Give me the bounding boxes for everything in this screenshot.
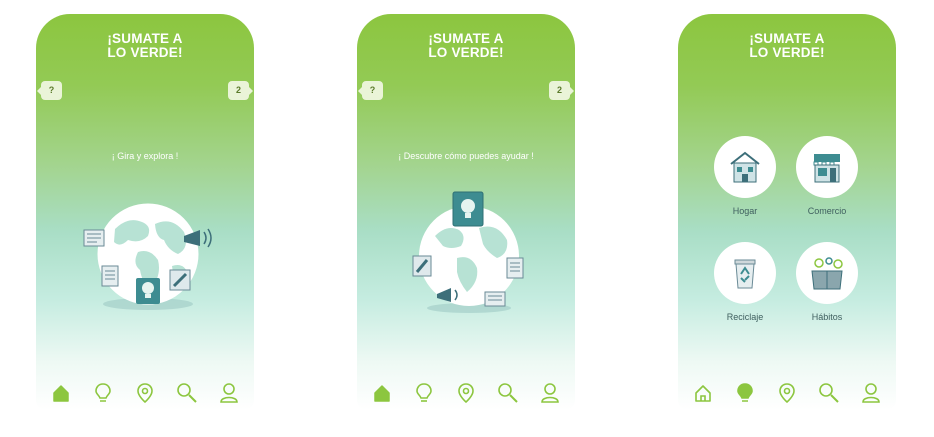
- category-label: Comercio: [807, 206, 847, 216]
- document-icon: [506, 257, 524, 279]
- location-pin-icon[interactable]: [452, 379, 480, 407]
- lightbulb-card-icon: [136, 278, 160, 304]
- habits-box-icon: [796, 242, 858, 304]
- home-icon[interactable]: [368, 379, 396, 407]
- category-label: Hábitos: [811, 312, 843, 322]
- category-label: Reciclaje: [726, 312, 764, 322]
- location-pin-icon[interactable]: [773, 379, 801, 407]
- bottom-navigation: [357, 376, 575, 410]
- lightbulb-icon[interactable]: [410, 379, 438, 407]
- search-icon[interactable]: [815, 379, 843, 407]
- store-icon: [796, 136, 858, 198]
- newspaper-icon: [83, 229, 105, 247]
- house-icon: [714, 136, 776, 198]
- category-reciclaje[interactable]: Reciclaje: [710, 242, 780, 322]
- instruction-text: ¡ Gira y explora !: [111, 151, 179, 161]
- user-icon[interactable]: [536, 379, 564, 407]
- user-icon[interactable]: [215, 379, 243, 407]
- search-icon[interactable]: [494, 379, 522, 407]
- newspaper-icon: [484, 291, 506, 307]
- globe-illustration[interactable]: [401, 174, 536, 334]
- app-title: ¡SUMATE A LO VERDE!: [107, 31, 183, 60]
- location-pin-icon[interactable]: [131, 379, 159, 407]
- lightbulb-card-icon: [452, 191, 484, 227]
- level-button[interactable]: 2: [549, 81, 574, 100]
- tools-icon: [412, 255, 432, 277]
- tools-icon: [169, 269, 191, 291]
- search-icon[interactable]: [173, 379, 201, 407]
- bottom-navigation: [36, 376, 254, 410]
- lightbulb-icon[interactable]: [89, 379, 117, 407]
- phone-screen-categories: ¡SUMATE A LO VERDE! Hogar Comercio Recic…: [678, 14, 896, 410]
- app-title: ¡SUMATE A LO VERDE!: [428, 31, 504, 60]
- help-button[interactable]: ?: [37, 81, 62, 100]
- category-comercio[interactable]: Comercio: [792, 136, 862, 216]
- phone-screen-explore: ¡SUMATE A LO VERDE! ? 2 ¡ Gira y explora…: [36, 14, 254, 410]
- globe-illustration[interactable]: [80, 174, 215, 334]
- lightbulb-icon[interactable]: [731, 379, 759, 407]
- bottom-navigation: [678, 376, 896, 410]
- home-icon[interactable]: [47, 379, 75, 407]
- user-icon[interactable]: [857, 379, 885, 407]
- home-icon[interactable]: [689, 379, 717, 407]
- category-habitos[interactable]: Hábitos: [792, 242, 862, 322]
- help-button[interactable]: ?: [358, 81, 383, 100]
- app-title: ¡SUMATE A LO VERDE!: [749, 31, 825, 60]
- document-icon: [101, 265, 119, 287]
- level-button[interactable]: 2: [228, 81, 253, 100]
- recycle-bin-icon: [714, 242, 776, 304]
- category-hogar[interactable]: Hogar: [710, 136, 780, 216]
- category-label: Hogar: [732, 206, 758, 216]
- phone-screen-discover: ¡SUMATE A LO VERDE! ? 2 ¡ Descubre cómo …: [357, 14, 575, 410]
- instruction-text: ¡ Descubre cómo puedes ayudar !: [398, 151, 534, 161]
